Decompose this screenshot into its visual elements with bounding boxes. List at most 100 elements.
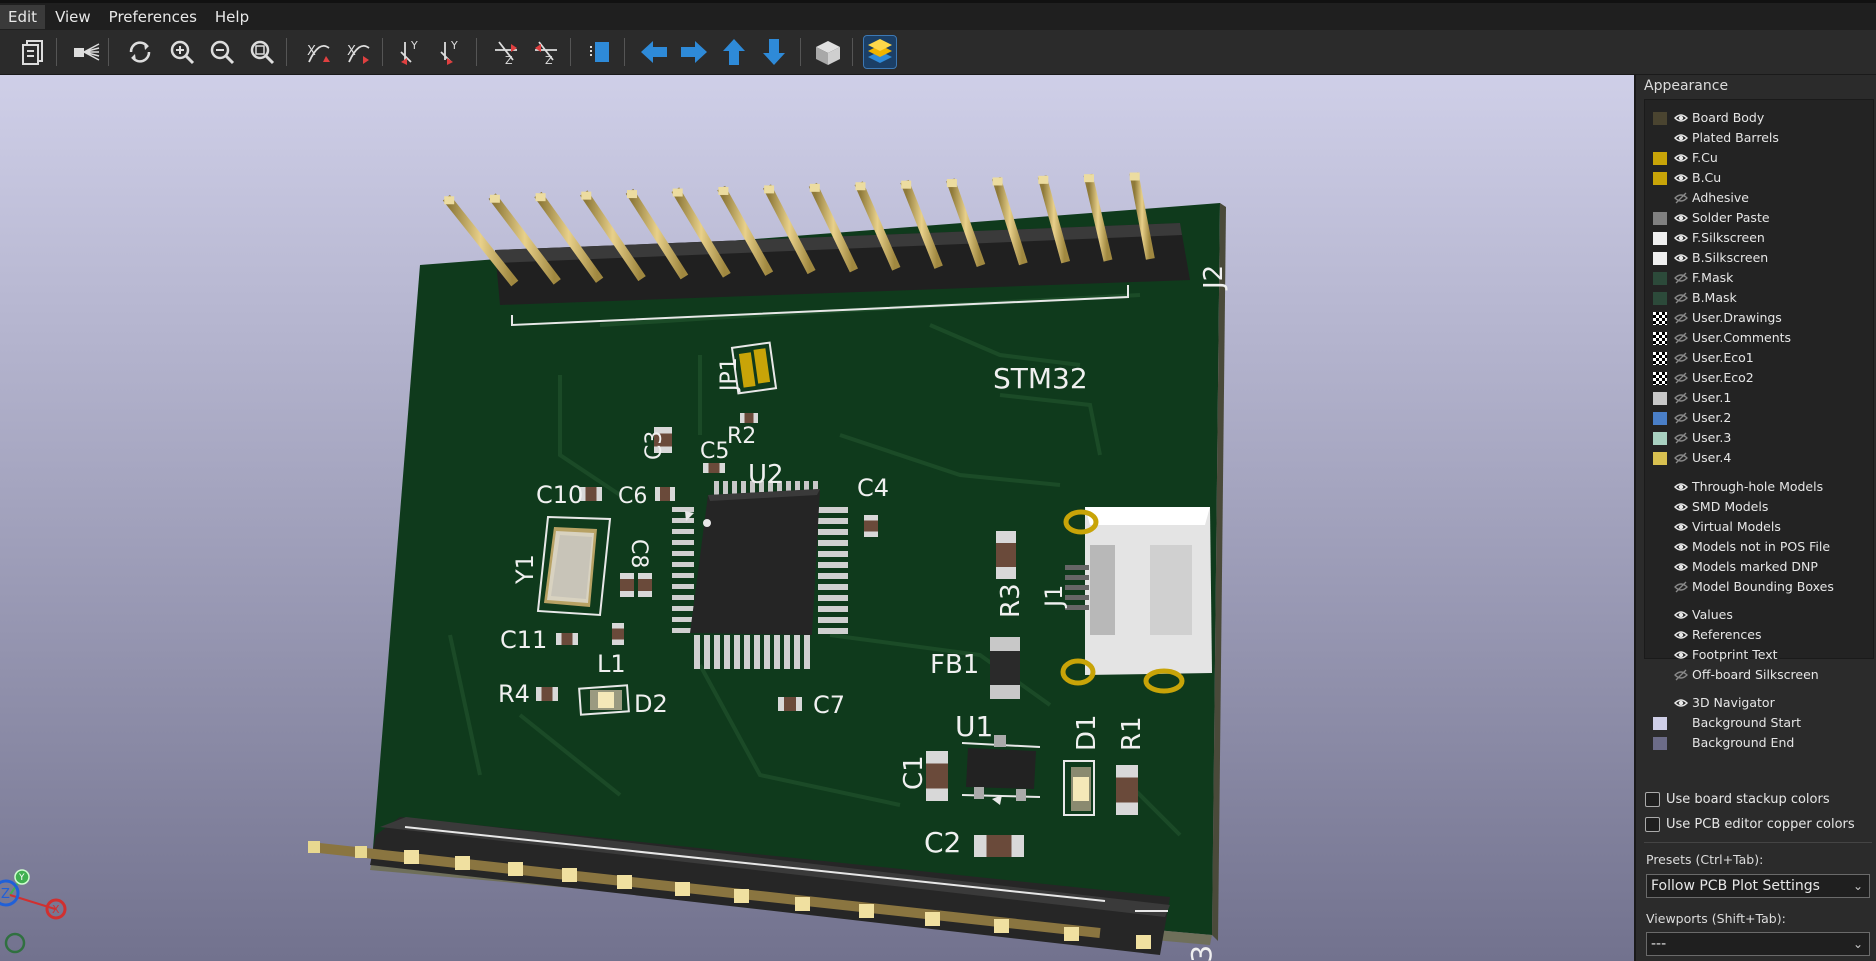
layer-row-board-body[interactable]: Board Body (1645, 108, 1873, 128)
layer-row-user-eco2[interactable]: User.Eco2 (1645, 368, 1873, 388)
layer-row-background-end[interactable]: Background End (1645, 733, 1873, 753)
color-swatch[interactable] (1653, 737, 1667, 750)
visibility-hidden-icon[interactable] (1674, 451, 1688, 465)
layer-row-user-eco1[interactable]: User.Eco1 (1645, 348, 1873, 368)
visibility-eye-icon[interactable] (1673, 111, 1689, 125)
visibility-eye-icon[interactable] (1673, 608, 1689, 622)
visibility-eye-icon[interactable] (1673, 151, 1689, 165)
layer-row-model-bounding-boxes[interactable]: Model Bounding Boxes (1645, 577, 1873, 597)
rotate-x-ccw-icon[interactable]: X (342, 36, 374, 68)
color-swatch[interactable] (1653, 292, 1667, 305)
rotate-y-cw-icon[interactable]: Y (396, 36, 428, 68)
color-swatch[interactable] (1653, 372, 1667, 385)
visibility-eye-icon[interactable] (1673, 251, 1689, 265)
layer-row-through-hole-models[interactable]: Through-hole Models (1645, 477, 1873, 497)
layer-row-solder-paste[interactable]: Solder Paste (1645, 208, 1873, 228)
menu-preferences[interactable]: Preferences (101, 5, 205, 29)
move-left-icon[interactable] (638, 36, 670, 68)
color-swatch[interactable] (1653, 212, 1667, 225)
visibility-hidden-icon[interactable] (1674, 411, 1688, 425)
color-swatch[interactable] (1653, 112, 1667, 125)
color-swatch[interactable] (1653, 717, 1667, 730)
move-right-icon[interactable] (678, 36, 710, 68)
raytracing-icon[interactable] (70, 36, 102, 68)
layer-row-user-4[interactable]: User.4 (1645, 448, 1873, 468)
visibility-hidden-icon[interactable] (1674, 668, 1688, 682)
reload-icon[interactable] (124, 36, 156, 68)
menu-edit[interactable]: Edit (0, 4, 46, 29)
layer-row-footprint-text[interactable]: Footprint Text (1645, 645, 1873, 665)
color-swatch[interactable] (1653, 332, 1667, 345)
visibility-hidden-icon[interactable] (1674, 311, 1688, 325)
layer-row-background-start[interactable]: Background Start (1645, 713, 1873, 733)
layer-row-b-silkscreen[interactable]: B.Silkscreen (1645, 248, 1873, 268)
move-up-icon[interactable] (718, 36, 750, 68)
visibility-eye-icon[interactable] (1673, 171, 1689, 185)
rotate-y-ccw-icon[interactable]: Y (436, 36, 468, 68)
visibility-hidden-icon[interactable] (1674, 391, 1688, 405)
visibility-eye-icon[interactable] (1673, 520, 1689, 534)
flip-board-icon[interactable] (584, 36, 616, 68)
visibility-hidden-icon[interactable] (1674, 580, 1688, 594)
color-swatch[interactable] (1653, 252, 1667, 265)
visibility-hidden-icon[interactable] (1674, 371, 1688, 385)
layer-row-adhesive[interactable]: Adhesive (1645, 188, 1873, 208)
checkbox[interactable] (1645, 791, 1660, 807)
layer-row-f-silkscreen[interactable]: F.Silkscreen (1645, 228, 1873, 248)
rotate-x-cw-icon[interactable]: X (302, 36, 334, 68)
visibility-hidden-icon[interactable] (1674, 331, 1688, 345)
use-pcb-copper-colors[interactable]: Use PCB editor copper colors (1645, 814, 1855, 834)
zoom-in-icon[interactable] (166, 36, 198, 68)
visibility-eye-icon[interactable] (1673, 500, 1689, 514)
zoom-out-icon[interactable] (206, 36, 238, 68)
layer-row-user-2[interactable]: User.2 (1645, 408, 1873, 428)
visibility-eye-icon[interactable] (1673, 211, 1689, 225)
menu-help[interactable]: Help (207, 5, 257, 29)
layer-row-user-comments[interactable]: User.Comments (1645, 328, 1873, 348)
visibility-hidden-icon[interactable] (1674, 351, 1688, 365)
visibility-eye-icon[interactable] (1673, 560, 1689, 574)
layer-row-f-cu[interactable]: F.Cu (1645, 148, 1873, 168)
layer-row-3d-navigator[interactable]: 3D Navigator (1645, 693, 1873, 713)
visibility-hidden-icon[interactable] (1674, 191, 1688, 205)
visibility-hidden-icon[interactable] (1674, 291, 1688, 305)
layer-row-smd-models[interactable]: SMD Models (1645, 497, 1873, 517)
use-board-stackup-colors[interactable]: Use board stackup colors (1645, 789, 1830, 809)
color-swatch[interactable] (1653, 432, 1667, 445)
3d-viewport[interactable]: STM32 J2 J3 JP1 R2 C3 C5 U2 C4 C10 C6 C8… (0, 75, 1634, 961)
menu-view[interactable]: View (47, 5, 99, 29)
visibility-eye-icon[interactable] (1673, 696, 1689, 710)
color-swatch[interactable] (1653, 232, 1667, 245)
layer-row-user-3[interactable]: User.3 (1645, 428, 1873, 448)
visibility-eye-icon[interactable] (1673, 628, 1689, 642)
ortho-view-icon[interactable] (812, 36, 844, 68)
layer-row-virtual-models[interactable]: Virtual Models (1645, 517, 1873, 537)
visibility-hidden-icon[interactable] (1674, 271, 1688, 285)
visibility-hidden-icon[interactable] (1674, 431, 1688, 445)
layer-row-values[interactable]: Values (1645, 605, 1873, 625)
color-swatch[interactable] (1653, 352, 1667, 365)
presets-dropdown[interactable]: Follow PCB Plot Settings ⌄ (1646, 874, 1870, 898)
board-setup-icon[interactable] (18, 36, 50, 68)
viewports-dropdown[interactable]: --- ⌄ (1646, 932, 1870, 956)
layer-row-models-marked-dnp[interactable]: Models marked DNP (1645, 557, 1873, 577)
layer-row-references[interactable]: References (1645, 625, 1873, 645)
layer-row-b-cu[interactable]: B.Cu (1645, 168, 1873, 188)
layer-row-f-mask[interactable]: F.Mask (1645, 268, 1873, 288)
rotate-z-ccw-icon[interactable]: Z (530, 36, 562, 68)
layer-row-plated-barrels[interactable]: Plated Barrels (1645, 128, 1873, 148)
layer-row-user-1[interactable]: User.1 (1645, 388, 1873, 408)
color-swatch[interactable] (1653, 412, 1667, 425)
rotate-z-cw-icon[interactable]: Z (490, 36, 522, 68)
visibility-eye-icon[interactable] (1673, 648, 1689, 662)
layer-row-b-mask[interactable]: B.Mask (1645, 288, 1873, 308)
color-swatch[interactable] (1653, 272, 1667, 285)
layers-manager-icon[interactable] (863, 35, 897, 69)
zoom-fit-icon[interactable] (246, 36, 278, 68)
checkbox[interactable] (1645, 816, 1660, 832)
color-swatch[interactable] (1653, 172, 1667, 185)
color-swatch[interactable] (1653, 312, 1667, 325)
color-swatch[interactable] (1653, 152, 1667, 165)
layer-row-user-drawings[interactable]: User.Drawings (1645, 308, 1873, 328)
color-swatch[interactable] (1653, 392, 1667, 405)
